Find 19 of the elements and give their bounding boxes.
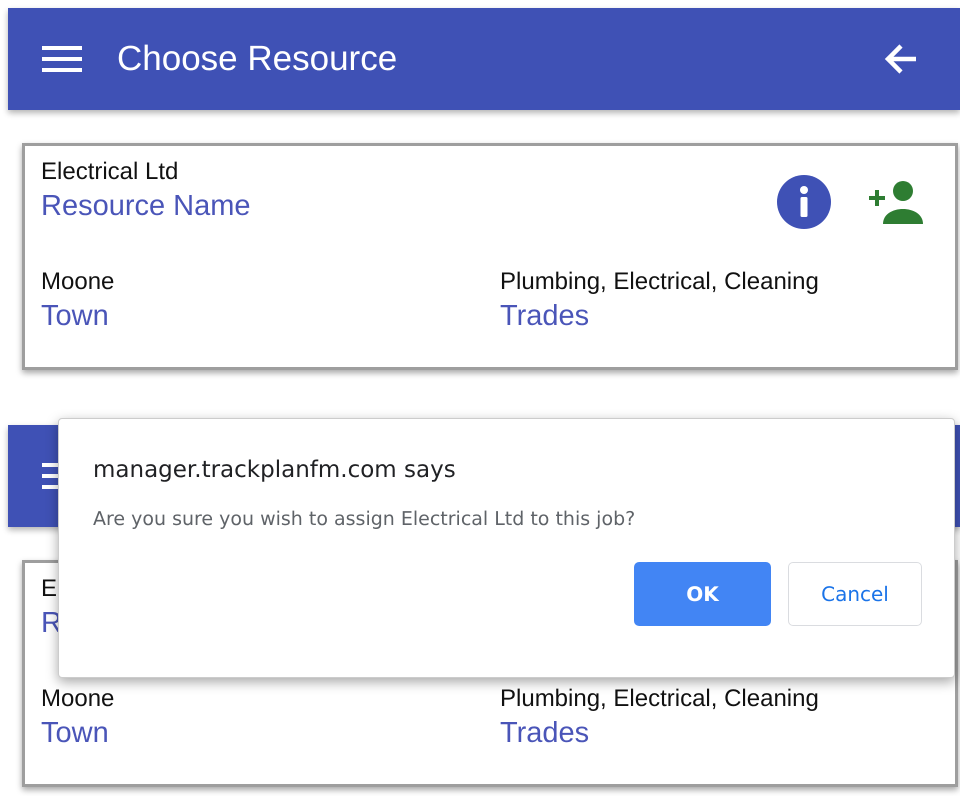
company-name: E <box>41 575 58 603</box>
dialog-title: manager.trackplanfm.com says <box>93 457 457 483</box>
cancel-button[interactable]: Cancel <box>788 562 922 626</box>
menu-icon[interactable] <box>42 45 82 73</box>
field-label: Trades <box>500 717 590 750</box>
back-arrow-icon[interactable] <box>884 43 918 75</box>
field-label: Town <box>41 717 110 750</box>
trades-value: Plumbing, Electrical, Cleaning <box>500 685 820 713</box>
company-name: Electrical Ltd <box>41 158 180 186</box>
info-icon[interactable] <box>777 175 831 229</box>
screen-title: Choose Resource <box>117 39 398 79</box>
town-value: Moone <box>41 685 116 713</box>
dialog-message: Are you sure you wish to assign Electrical Ltd to this job? <box>93 508 636 530</box>
trades-value: Plumbing, Electrical, Cleaning <box>500 268 820 296</box>
town-value: Moone <box>41 268 116 296</box>
ok-button[interactable]: OK <box>634 562 771 626</box>
field-label: Trades <box>500 300 590 333</box>
field-label: Resource Name <box>41 190 251 223</box>
field-label: Town <box>41 300 110 333</box>
